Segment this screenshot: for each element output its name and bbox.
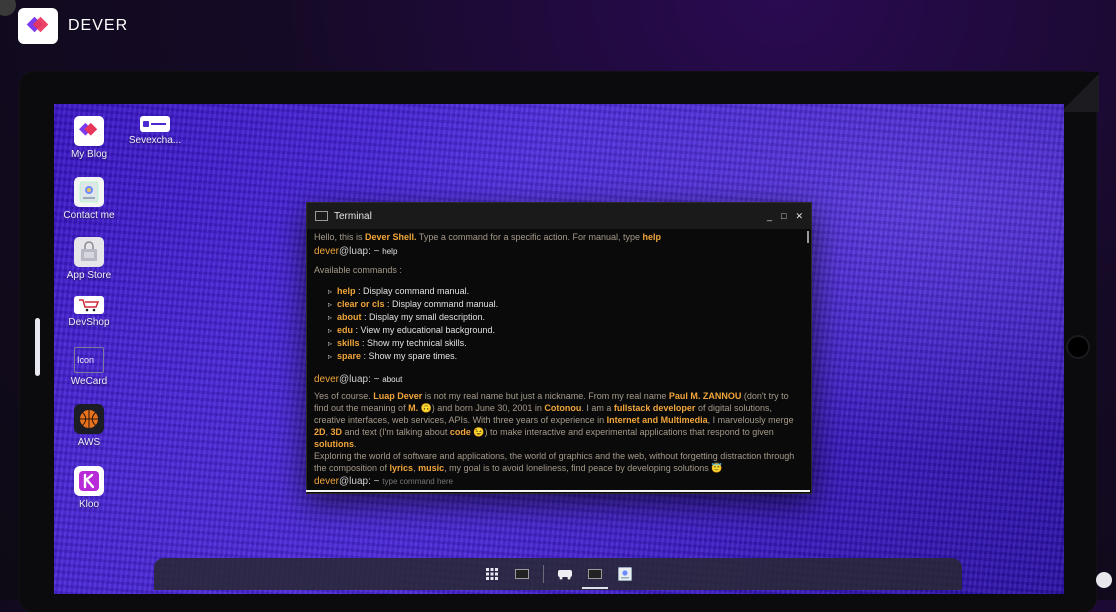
dock-contact[interactable] xyxy=(610,560,640,588)
app-grid-icon xyxy=(485,568,498,580)
tablet-camera xyxy=(1068,337,1088,357)
desktop-icon-devshop[interactable]: DevShop xyxy=(53,296,125,328)
list-item: about : Display my small description. xyxy=(328,311,803,324)
desktop-icon-label: Contact me xyxy=(63,210,115,221)
desktop-icon-label: WeCard xyxy=(70,376,108,387)
contact-icon xyxy=(617,567,632,581)
aws-basketball-icon xyxy=(74,404,104,434)
desktop-icon-kloo[interactable]: Kloo xyxy=(53,466,125,510)
close-button[interactable]: ✕ xyxy=(795,211,803,222)
list-item: spare : Show my spare times. xyxy=(328,350,803,363)
dock-app-grid[interactable] xyxy=(477,560,507,588)
terminal-icon xyxy=(587,569,602,579)
terminal-output: Hello, this is Dever Shell. Type a comma… xyxy=(307,229,811,489)
kloo-icon xyxy=(74,466,104,496)
dock-terminal[interactable] xyxy=(507,560,537,588)
devshop-icon xyxy=(74,296,104,314)
available-commands-heading: Available commands : xyxy=(314,265,402,275)
sevexchange-icon xyxy=(140,116,170,132)
corner-decoration xyxy=(0,0,16,16)
desktop-icon-contact[interactable]: Contact me xyxy=(53,177,125,221)
desktop-icon-wecard[interactable]: Icon WeCard xyxy=(53,347,125,387)
terminal-window[interactable]: Terminal _ □ ✕ Hello, this is Dever Shel… xyxy=(306,202,812,494)
list-item: edu : View my educational background. xyxy=(328,324,803,337)
desktop-icon-label: Kloo xyxy=(78,499,99,510)
minimize-button[interactable]: _ xyxy=(767,211,772,222)
command-list: help : Display command manual. clear or … xyxy=(328,285,803,363)
desktop-icon-sevexchange[interactable]: Sevexcha... xyxy=(119,116,191,146)
prompt-line: dever@luap: ~ help xyxy=(314,246,398,257)
taskbar-dock xyxy=(154,558,962,590)
terminal-title: Terminal xyxy=(334,210,372,222)
list-item: clear or cls : Display command manual. xyxy=(328,298,803,311)
desktop-icon-label: App Store xyxy=(66,270,112,281)
dever-logo-icon xyxy=(26,16,49,33)
top-bar: DEVER xyxy=(18,8,128,44)
terminal-icon xyxy=(315,211,328,221)
scroll-knob[interactable] xyxy=(1096,572,1112,588)
about-output-2: Exploring the world of software and appl… xyxy=(314,451,795,473)
command-input[interactable]: type command here xyxy=(382,477,453,486)
list-item: skills : Show my technical skills. xyxy=(328,337,803,350)
desktop-icon-label: AWS xyxy=(77,437,101,448)
terminal-bottom-border xyxy=(306,490,810,492)
prompt-line-active: dever@luap: ~ type command here xyxy=(314,476,453,487)
dock-devshop[interactable] xyxy=(550,560,580,588)
intro-line: Hello, this is Dever Shell. Type a comma… xyxy=(314,232,662,242)
dever-logo[interactable] xyxy=(18,8,58,44)
side-handle[interactable] xyxy=(35,318,40,376)
desktop-icon-app-store[interactable]: App Store xyxy=(53,237,125,281)
desktop-icon-label: DevShop xyxy=(68,317,110,328)
contact-icon xyxy=(74,177,104,207)
terminal-scrollbar[interactable] xyxy=(807,231,809,243)
devshop-icon xyxy=(557,570,572,580)
tablet-bevel xyxy=(1063,72,1099,112)
prompt-line: dever@luap: ~ about xyxy=(314,374,403,385)
list-item: help : Display command manual. xyxy=(328,285,803,298)
desktop-icon-aws[interactable]: AWS xyxy=(53,404,125,448)
about-output: Yes of course. Luap Dever is not my real… xyxy=(314,391,794,449)
blog-logo-icon xyxy=(74,116,104,146)
wecard-broken-image-icon: Icon xyxy=(74,347,104,373)
maximize-button[interactable]: □ xyxy=(781,211,786,222)
dock-separator xyxy=(542,565,544,583)
desktop-icon-label: Sevexcha... xyxy=(128,135,182,146)
desktop-icon-label: My Blog xyxy=(70,149,108,160)
terminal-titlebar[interactable]: Terminal _ □ ✕ xyxy=(307,203,811,229)
dock-terminal-active[interactable] xyxy=(580,560,610,589)
app-store-icon xyxy=(74,237,104,267)
broken-image-alt: Icon xyxy=(77,355,95,365)
desktop-icon-my-blog[interactable]: My Blog xyxy=(53,116,125,160)
brand-name: DEVER xyxy=(68,17,129,34)
window-controls: _ □ ✕ xyxy=(767,211,803,222)
terminal-icon xyxy=(514,569,529,579)
